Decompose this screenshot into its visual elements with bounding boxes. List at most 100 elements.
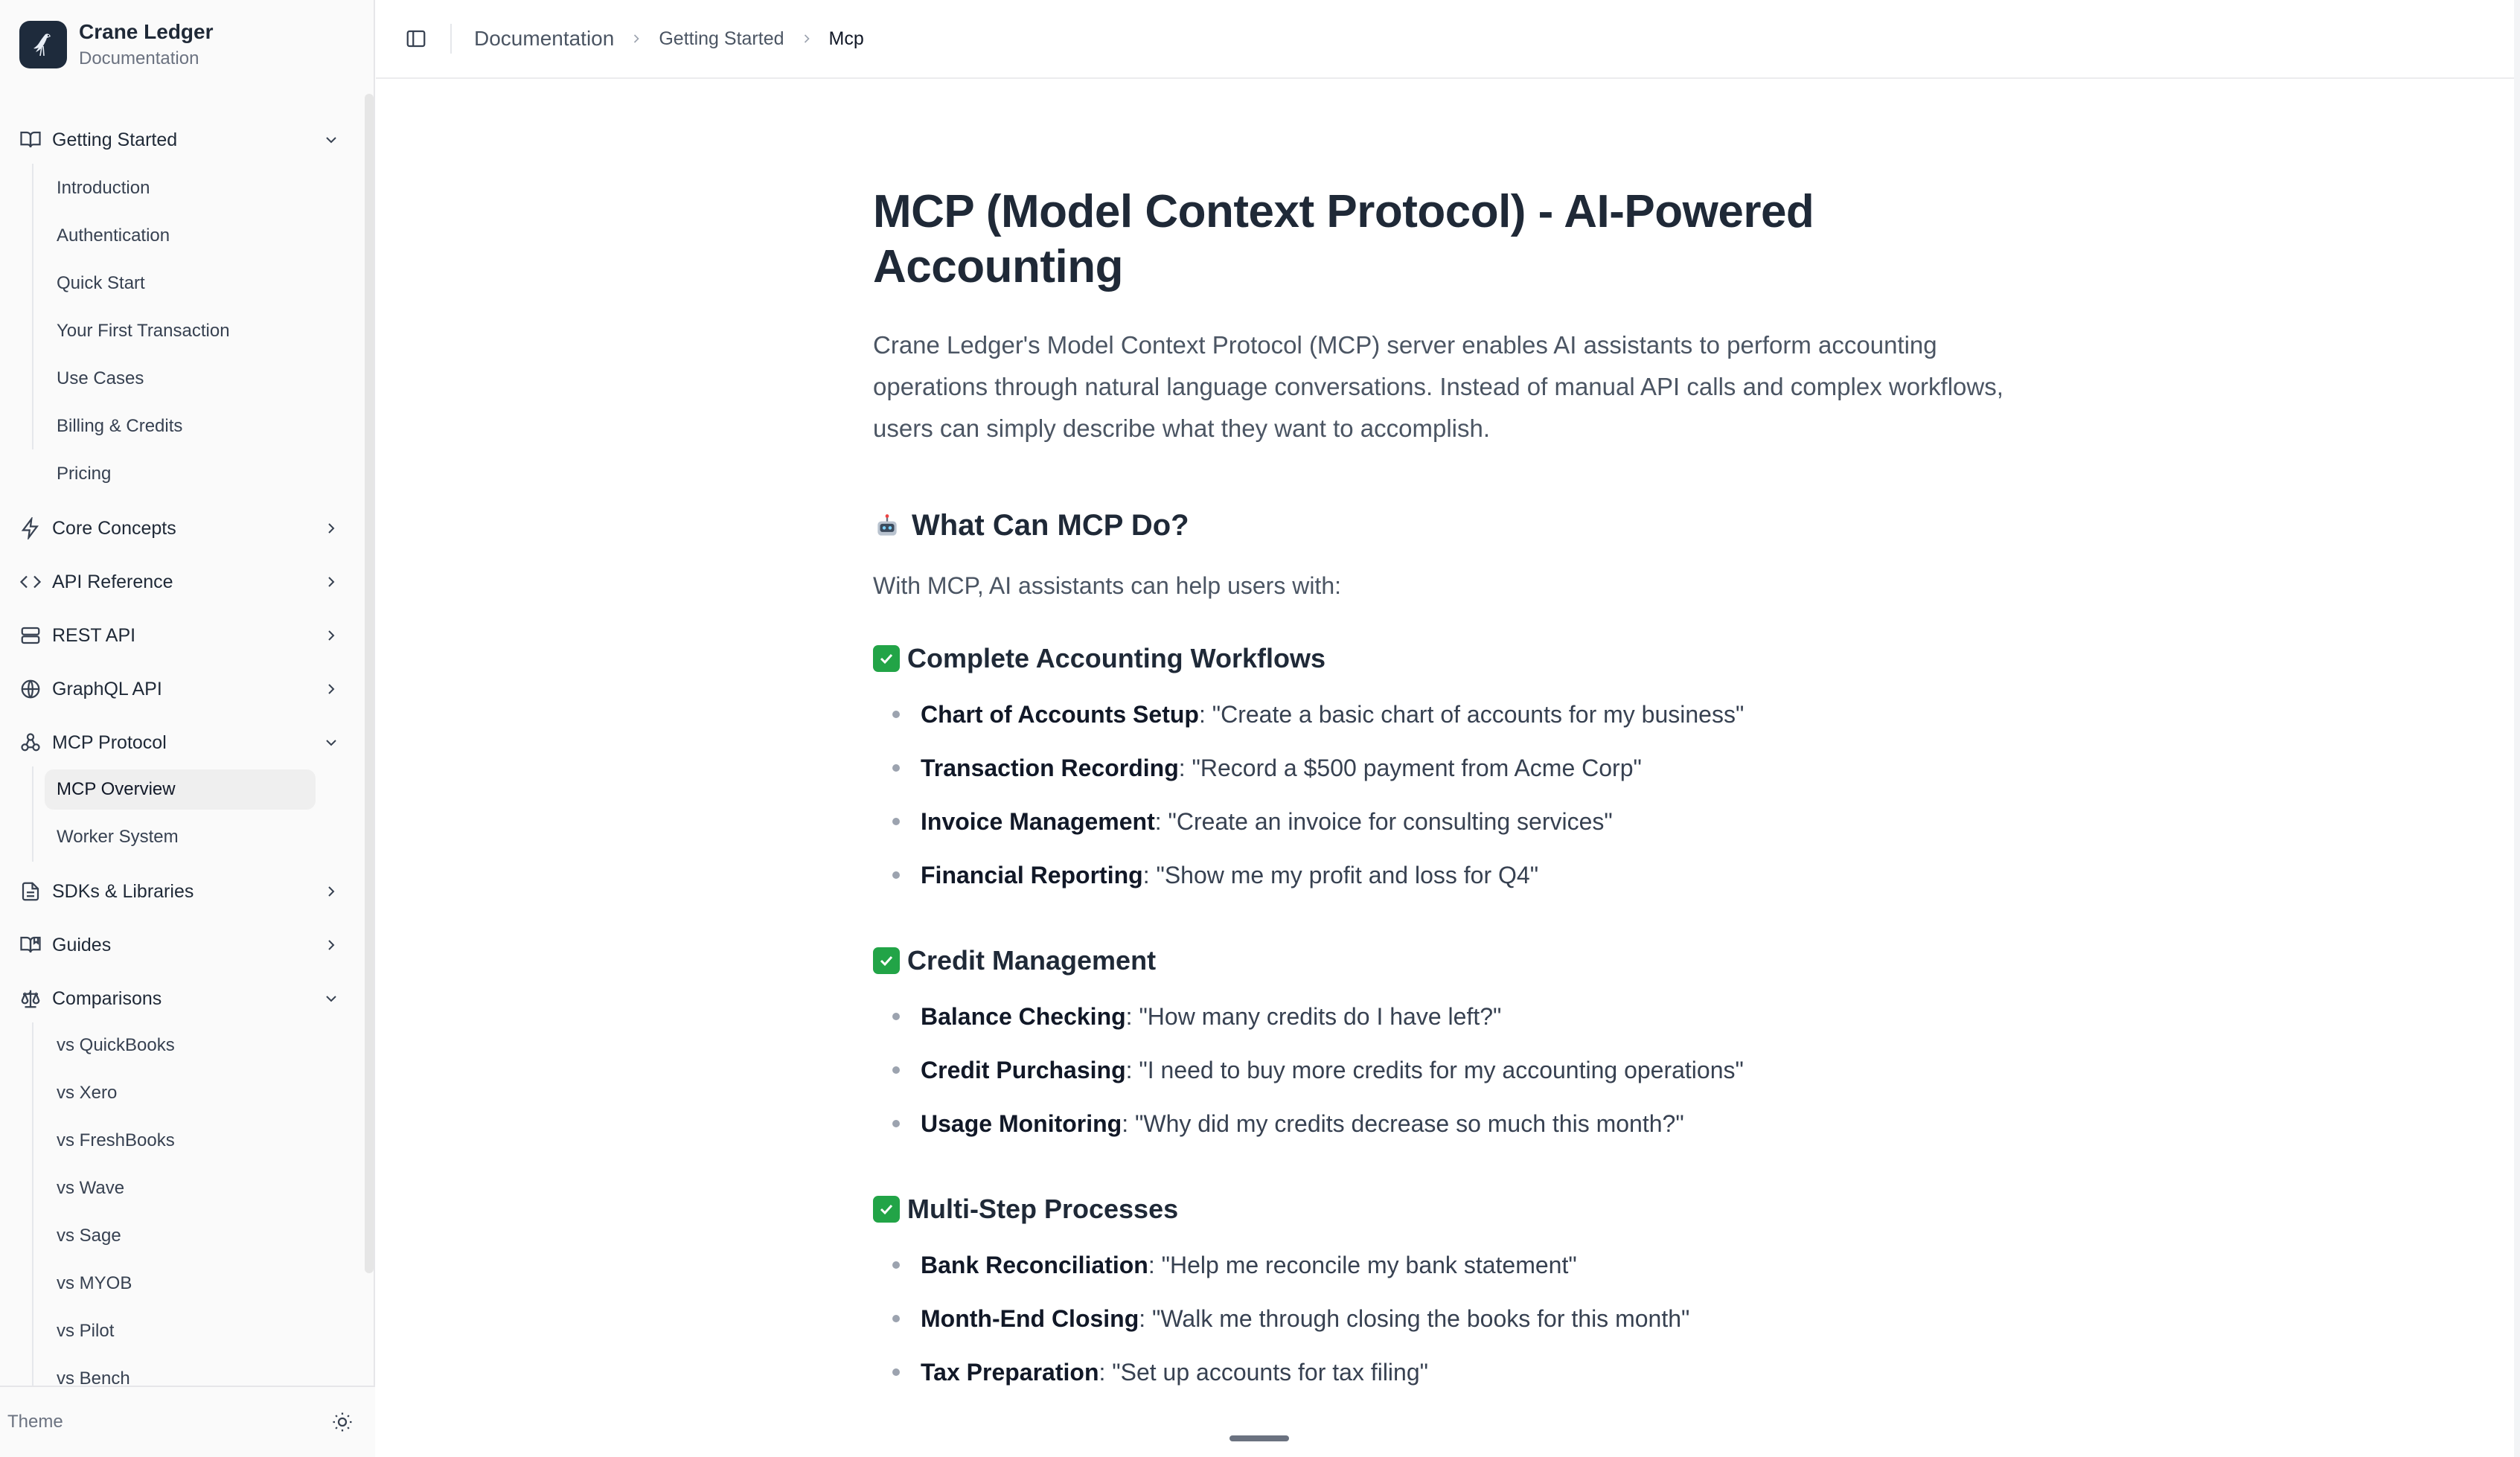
group-heading-text: Credit Management [907,945,1157,976]
sidebar-item-vs-wave[interactable]: vs Wave [45,1168,316,1208]
sidebar: Crane Ledger Documentation Getting Start… [0,0,375,1457]
sidebar-item-quick-start[interactable]: Quick Start [45,263,316,304]
sidebar-section-label: SDKs & Libraries [52,880,194,902]
scale-icon [18,986,43,1011]
brand-name: Crane Ledger [79,20,214,43]
sidebar-section-label: Core Concepts [52,517,176,539]
group-heading-multistep: Multi-Step Processes [873,1194,2034,1225]
bullet [892,764,900,772]
sidebar-item-worker-system[interactable]: Worker System [45,817,316,857]
list-item-term: Transaction Recording [921,754,1179,781]
list-item: Credit Purchasing: "I need to buy more c… [873,1043,2034,1097]
breadcrumb-current: Mcp [828,28,864,49]
sidebar-section-guides[interactable]: Guides [18,926,342,964]
list-item: Financial Reporting: "Show me my profit … [873,848,2034,902]
bullet [892,818,900,825]
sidebar-item-vs-bench[interactable]: vs Bench [45,1359,316,1386]
sidebar-section-label: Getting Started [52,129,178,150]
chevron-right-icon [320,571,342,593]
file-text-icon [18,879,43,904]
bottom-drag-handle[interactable] [1229,1435,1289,1441]
workflow-nodes-icon [18,730,43,755]
list-item-term: Tax Preparation [921,1358,1099,1386]
sidebar-item-vs-pilot[interactable]: vs Pilot [45,1311,316,1351]
list-item: Month-End Closing: "Walk me through clos… [873,1292,2034,1345]
list-item-term: Chart of Accounts Setup [921,700,1199,728]
sidebar-section-api-reference[interactable]: API Reference [18,563,342,601]
page-scrollbar[interactable] [2514,0,2520,1457]
sidebar-section-label: GraphQL API [52,678,162,699]
chevron-down-icon [320,129,342,151]
list-item-term: Usage Monitoring [921,1109,1122,1137]
sidebar-item-mcp-overview[interactable]: MCP Overview [45,769,316,810]
list-item-text: : "Show me my profit and loss for Q4" [1142,861,1539,888]
list-item-text: : "Record a $500 payment from Acme Corp" [1178,754,1642,781]
lightning-icon [18,516,43,541]
list-item: Invoice Management: "Create an invoice f… [873,795,2034,848]
sidebar-item-authentication[interactable]: Authentication [45,216,316,256]
sidebar-toggle-icon[interactable] [400,22,432,55]
list-item-text: : "Why did my credits decrease so much t… [1122,1109,1684,1137]
breadcrumb-documentation[interactable]: Documentation [474,27,614,51]
sidebar-section-label: MCP Protocol [52,731,167,753]
chevron-right-icon [320,678,342,700]
sidebar-section-label: API Reference [52,571,173,592]
bullet [892,871,900,879]
check-mark-icon [873,947,900,974]
bullet [892,1066,900,1074]
list-item: Transaction Recording: "Record a $500 pa… [873,741,2034,795]
list-item-term: Financial Reporting [921,861,1143,888]
list-item-text: : "Help me reconcile my bank statement" [1148,1251,1577,1278]
sidebar-item-vs-quickbooks[interactable]: vs QuickBooks [45,1025,316,1066]
sidebar-item-introduction[interactable]: Introduction [45,168,316,208]
submenu-guide-line [32,1022,33,1386]
group-heading-credits: Credit Management [873,945,2034,976]
list-item-term: Balance Checking [921,1002,1126,1030]
chevron-right-icon [629,31,644,46]
sun-icon[interactable] [326,1406,359,1438]
bullet [892,1013,900,1020]
sidebar-section-label: REST API [52,624,136,646]
sidebar-section-sdks[interactable]: SDKs & Libraries [18,872,342,911]
chevron-right-icon [799,31,814,46]
server-icon [18,623,43,648]
intro-paragraph: Crane Ledger's Model Context Protocol (M… [873,331,2003,442]
sidebar-item-vs-sage[interactable]: vs Sage [45,1216,316,1256]
sidebar-section-graphql-api[interactable]: GraphQL API [18,670,342,708]
list-item-text: : "Walk me through closing the books for… [1139,1304,1690,1332]
sidebar-section-rest-api[interactable]: REST API [18,616,342,655]
sidebar-item-billing-credits[interactable]: Billing & Credits [45,406,316,446]
list-item-text: : "Create an invoice for consulting serv… [1154,807,1613,835]
theme-bar: Theme [0,1386,375,1457]
page-title: MCP (Model Context Protocol) - AI-Powere… [873,186,1814,292]
sidebar-section-label: Guides [52,934,112,955]
sidebar-section-core-concepts[interactable]: Core Concepts [18,509,342,548]
book-open-icon [18,127,43,153]
crane-logo-icon [19,21,67,68]
brand[interactable]: Crane Ledger Documentation [19,19,214,70]
bullet [892,1261,900,1269]
list-item-text: : "Create a basic chart of accounts for … [1198,700,1745,728]
sidebar-item-vs-freshbooks[interactable]: vs FreshBooks [45,1121,316,1161]
sidebar-item-vs-xero[interactable]: vs Xero [45,1073,316,1113]
section-heading: What Can MCP Do? [873,509,2034,542]
top-header: Documentation Getting Started Mcp [376,0,2520,79]
sidebar-item-first-transaction[interactable]: Your First Transaction [45,311,316,351]
list-item: Bank Reconciliation: "Help me reconcile … [873,1238,2034,1292]
chevron-right-icon [320,880,342,903]
sidebar-section-mcp-protocol[interactable]: MCP Protocol [18,723,342,762]
sidebar-item-use-cases[interactable]: Use Cases [45,359,316,399]
section-heading-text: What Can MCP Do? [912,509,1189,542]
sidebar-item-vs-myob[interactable]: vs MYOB [45,1264,316,1304]
sidebar-item-pricing[interactable]: Pricing [45,454,316,494]
breadcrumb-getting-started[interactable]: Getting Started [659,28,784,50]
sidebar-scrollbar[interactable] [365,94,374,1273]
bullet [892,711,900,718]
header-divider [450,24,452,54]
code-brackets-icon [18,569,43,595]
sidebar-section-comparisons[interactable]: Comparisons [18,979,342,1018]
group-heading-workflows: Complete Accounting Workflows [873,643,2034,674]
group-list: Bank Reconciliation: "Help me reconcile … [873,1238,2034,1399]
sidebar-section-getting-started[interactable]: Getting Started [18,121,342,159]
list-item-term: Invoice Management [921,807,1155,835]
